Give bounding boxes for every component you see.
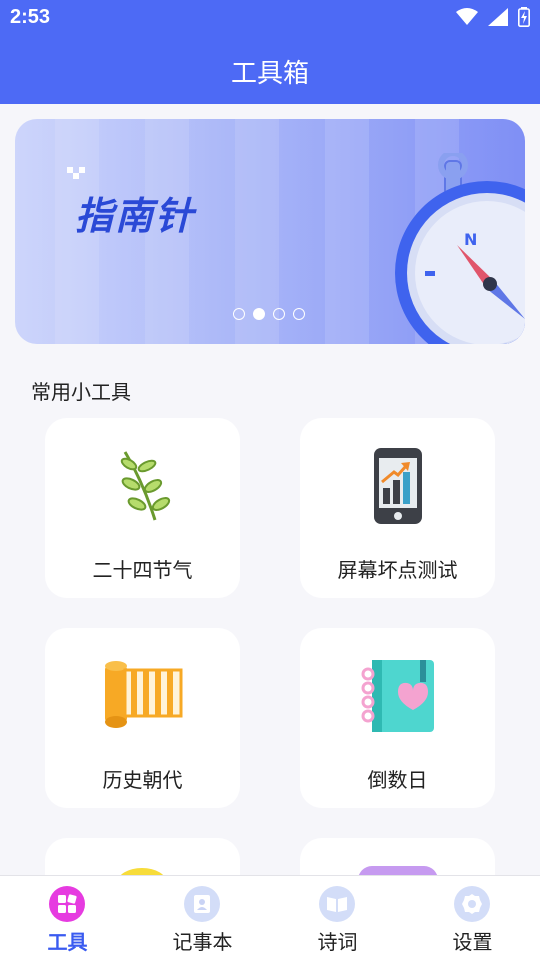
page-dot[interactable] (233, 308, 245, 320)
battery-icon (518, 7, 530, 27)
banner-stripe (325, 119, 369, 344)
section-title: 常用小工具 (31, 380, 131, 404)
tool-card-label: 倒数日 (367, 768, 428, 792)
banner-title: 指南针 (75, 194, 196, 238)
tool-card-solar-terms[interactable]: 二十四节气 (45, 418, 240, 598)
grid-icon (49, 886, 85, 922)
leaf-branch-icon (120, 451, 171, 521)
nav-label: 记事本 (172, 930, 233, 954)
tool-card-partial[interactable] (45, 838, 240, 875)
status-icons (456, 7, 530, 27)
tool-card-label: 历史朝代 (102, 768, 183, 792)
contact-book-icon (184, 886, 220, 922)
nav-label: 设置 (452, 930, 493, 954)
tool-icon-partial (117, 868, 167, 875)
tool-card-countdown[interactable]: 倒数日 (300, 628, 495, 808)
nav-label: 工具 (47, 930, 88, 954)
pixel-decoration (79, 167, 85, 173)
page-dot[interactable] (273, 308, 285, 320)
gear-icon (454, 886, 490, 922)
signal-icon (488, 8, 508, 26)
open-book-icon (319, 886, 355, 922)
tool-card-label: 屏幕坏点测试 (337, 558, 458, 582)
compass-icon: N (395, 153, 525, 344)
nav-item-tools[interactable]: 工具 (0, 876, 135, 960)
nav-item-notebook[interactable]: 记事本 (135, 876, 270, 960)
status-bar: 2:53 (0, 0, 540, 36)
page-indicator (233, 308, 305, 320)
tool-card-dead-pixel-test[interactable]: 屏幕坏点测试 (300, 418, 495, 598)
nav-item-settings[interactable]: 设置 (405, 876, 540, 960)
bottom-navigation: 工具 记事本 诗词 设置 (0, 875, 540, 960)
pixel-decoration (73, 173, 79, 179)
tool-card-label: 二十四节气 (92, 558, 193, 582)
banner-carousel[interactable]: 指南针 N (15, 119, 525, 344)
wifi-icon (456, 8, 478, 25)
heart-notebook-icon (361, 660, 434, 732)
phone-chart-icon (374, 448, 422, 524)
page-dot-active[interactable] (253, 308, 265, 320)
nav-item-poetry[interactable]: 诗词 (270, 876, 405, 960)
app-bar: 工具箱 (0, 36, 540, 104)
nav-label: 诗词 (317, 930, 358, 954)
tool-icon-partial (358, 866, 438, 875)
svg-text:N: N (464, 230, 477, 249)
tool-card-dynasties[interactable]: 历史朝代 (45, 628, 240, 808)
status-time: 2:53 (10, 6, 51, 28)
scroll-icon (105, 661, 183, 728)
page-dot[interactable] (293, 308, 305, 320)
tool-card-partial[interactable] (300, 838, 495, 875)
page-title: 工具箱 (230, 59, 309, 89)
